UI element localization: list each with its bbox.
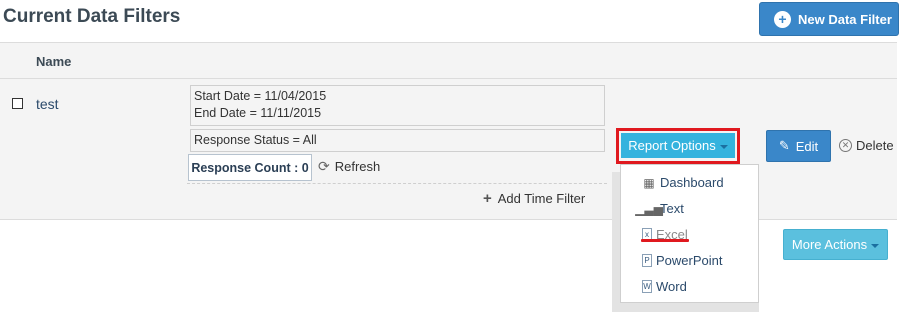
plus-icon: + [483,190,492,207]
delete-button[interactable]: ✕ Delete [839,138,894,153]
more-actions-button[interactable]: More Actions [783,229,888,260]
caret-down-icon [719,144,728,149]
menu-item-text[interactable]: ▁▃▅ Text [621,197,758,220]
start-date-text: Start Date = 11/04/2015 [194,89,327,103]
table-icon: ▦ [643,175,655,190]
menu-item-label: PowerPoint [656,253,723,268]
add-time-filter-label: Add Time Filter [497,191,586,206]
menu-item-label: Word [656,279,687,294]
page-title: Current Data Filters [3,6,181,27]
add-time-filter-link[interactable]: + Add Time Filter [483,190,585,207]
edit-button[interactable]: ✎ Edit [766,130,831,162]
new-data-filter-button[interactable]: + New Data Filter [759,2,899,36]
bar-chart-icon: ▁▃▅ [635,201,663,216]
plus-icon: + [774,10,791,28]
report-options-menu: ▦ Dashboard ▁▃▅ Text x Excel P PowerPoin… [620,164,759,303]
edit-icon: ✎ [778,138,790,153]
refresh-link[interactable]: ⟳ Refresh [318,158,380,175]
menu-item-excel[interactable]: x Excel [621,223,758,246]
report-options-button[interactable]: Report Options [621,133,735,158]
end-date-text: End Date = 11/11/2015 [194,106,322,120]
delete-label: Delete [856,138,894,153]
data-filters-page: Current Data Filters + New Data Filter N… [0,0,900,314]
menu-item-label: Text [660,201,684,216]
caret-down-icon [871,243,880,248]
row-checkbox[interactable] [12,98,23,109]
divider [187,183,607,184]
powerpoint-icon: P [642,254,652,267]
refresh-icon: ⟳ [318,158,330,174]
excel-highlight-underline [641,239,689,242]
refresh-label: Refresh [334,159,381,174]
response-count-badge: Response Count : 0 [188,154,312,181]
new-data-filter-label: New Data Filter [798,11,892,27]
menu-item-dashboard[interactable]: ▦ Dashboard [621,171,758,194]
menu-item-powerpoint[interactable]: P PowerPoint [621,249,758,272]
menu-item-label: Dashboard [660,175,724,190]
menu-item-word[interactable]: W Word [621,275,758,298]
edit-label: Edit [795,138,819,154]
word-icon: W [642,280,652,293]
more-actions-label: More Actions [791,237,868,252]
response-status-filter[interactable]: Response Status = All [190,129,605,152]
table-header: Name [0,42,897,79]
report-options-label: Report Options [628,138,716,153]
date-range-filter[interactable]: Start Date = 11/04/2015 End Date = 11/11… [190,85,605,126]
column-header-name: Name [36,54,72,69]
close-circle-icon: ✕ [839,139,852,152]
filter-name: test [36,96,59,112]
